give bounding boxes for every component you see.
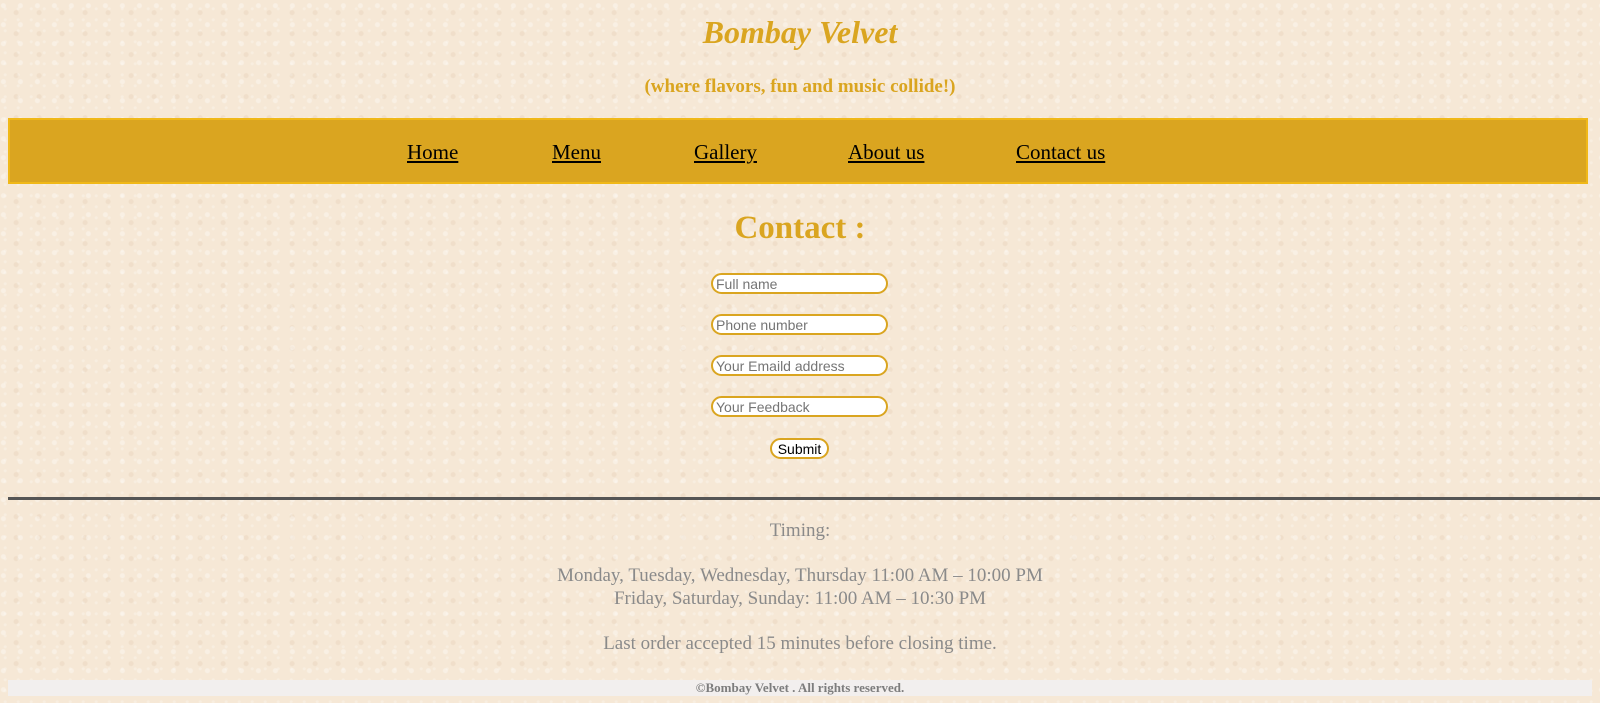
nav-contact-link[interactable]: Contact us (1016, 140, 1105, 165)
section-divider (8, 497, 1600, 500)
full-name-input[interactable] (711, 273, 888, 294)
contact-heading: Contact : (734, 210, 866, 246)
footer-copyright: ©Bombay Velvet . All rights reserved. (8, 680, 1592, 696)
submit-button[interactable]: Submit (770, 438, 829, 459)
email-input[interactable] (711, 355, 888, 376)
main-navbar: Home Menu Gallery About us Contact us (8, 118, 1588, 184)
site-title: Bombay Velvet (702, 14, 898, 50)
last-order-note: Last order accepted 15 minutes before cl… (603, 633, 997, 654)
nav-home-link[interactable]: Home (407, 140, 458, 165)
site-tagline: (where flavors, fun and music collide!) (644, 76, 956, 97)
weekday-hours: Monday, Tuesday, Wednesday, Thursday 11:… (557, 565, 1043, 586)
weekend-hours: Friday, Saturday, Sunday: 11:00 AM – 10:… (613, 588, 987, 609)
nav-about-link[interactable]: About us (848, 140, 924, 165)
feedback-input[interactable] (711, 396, 888, 417)
nav-menu-link[interactable]: Menu (552, 140, 601, 165)
nav-gallery-link[interactable]: Gallery (694, 140, 757, 165)
phone-input[interactable] (711, 314, 888, 335)
timing-heading: Timing: (769, 520, 831, 541)
